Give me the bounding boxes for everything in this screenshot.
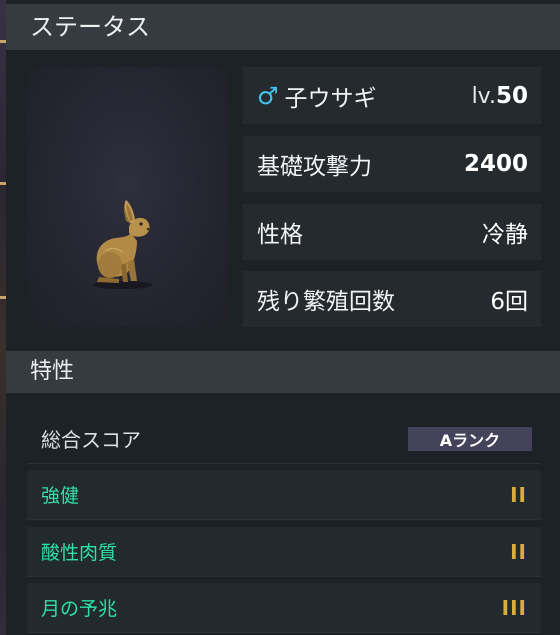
level-prefix: lv. xyxy=(471,83,496,109)
personality-label: 性格 xyxy=(257,222,303,248)
male-icon: ♂ xyxy=(257,81,279,110)
rabbit-name-row: ♂ 子ウサギ lv.50 xyxy=(243,67,541,124)
personality-row: 性格 冷静 xyxy=(243,204,541,260)
trait-name: 酸性肉質 xyxy=(41,542,118,564)
rabbit-icon xyxy=(93,200,153,289)
personality-value: 冷静 xyxy=(482,222,528,248)
edge-mark xyxy=(0,182,6,185)
status-title: ステータス xyxy=(30,13,150,41)
level-value: 50 xyxy=(495,82,528,109)
rabbit-name: 子ウサギ xyxy=(284,85,377,112)
trait-row[interactable]: 強健 II xyxy=(27,470,541,520)
breeding-value: 6回 xyxy=(490,289,528,315)
trait-rank: III xyxy=(501,595,527,620)
traits-header: 特性 xyxy=(6,351,560,393)
trait-name: 強健 xyxy=(41,485,80,507)
trait-rank: II xyxy=(510,482,527,507)
attack-label: 基礎攻撃力 xyxy=(257,154,372,180)
edge-mark xyxy=(0,296,6,299)
trait-row[interactable]: 酸性肉質 II xyxy=(27,527,541,577)
traits-title: 特性 xyxy=(30,359,75,384)
trait-rank: II xyxy=(510,539,527,564)
rabbit-portrait xyxy=(27,67,228,327)
attack-value: 2400 xyxy=(463,151,528,177)
left-edge-strip xyxy=(0,0,6,635)
status-header: ステータス xyxy=(6,4,560,50)
overall-score-label: 総合スコア xyxy=(41,428,141,452)
rank-badge: Aランク xyxy=(408,426,532,451)
breeding-label: 残り繁殖回数 xyxy=(257,289,395,315)
attack-row: 基礎攻撃力 2400 xyxy=(243,136,541,192)
trait-row[interactable]: 月の予兆 III xyxy=(27,583,541,633)
breeding-row: 残り繁殖回数 6回 xyxy=(243,271,541,327)
trait-name: 月の予兆 xyxy=(41,598,118,620)
overall-score-row: 総合スコア Aランク xyxy=(27,414,541,464)
